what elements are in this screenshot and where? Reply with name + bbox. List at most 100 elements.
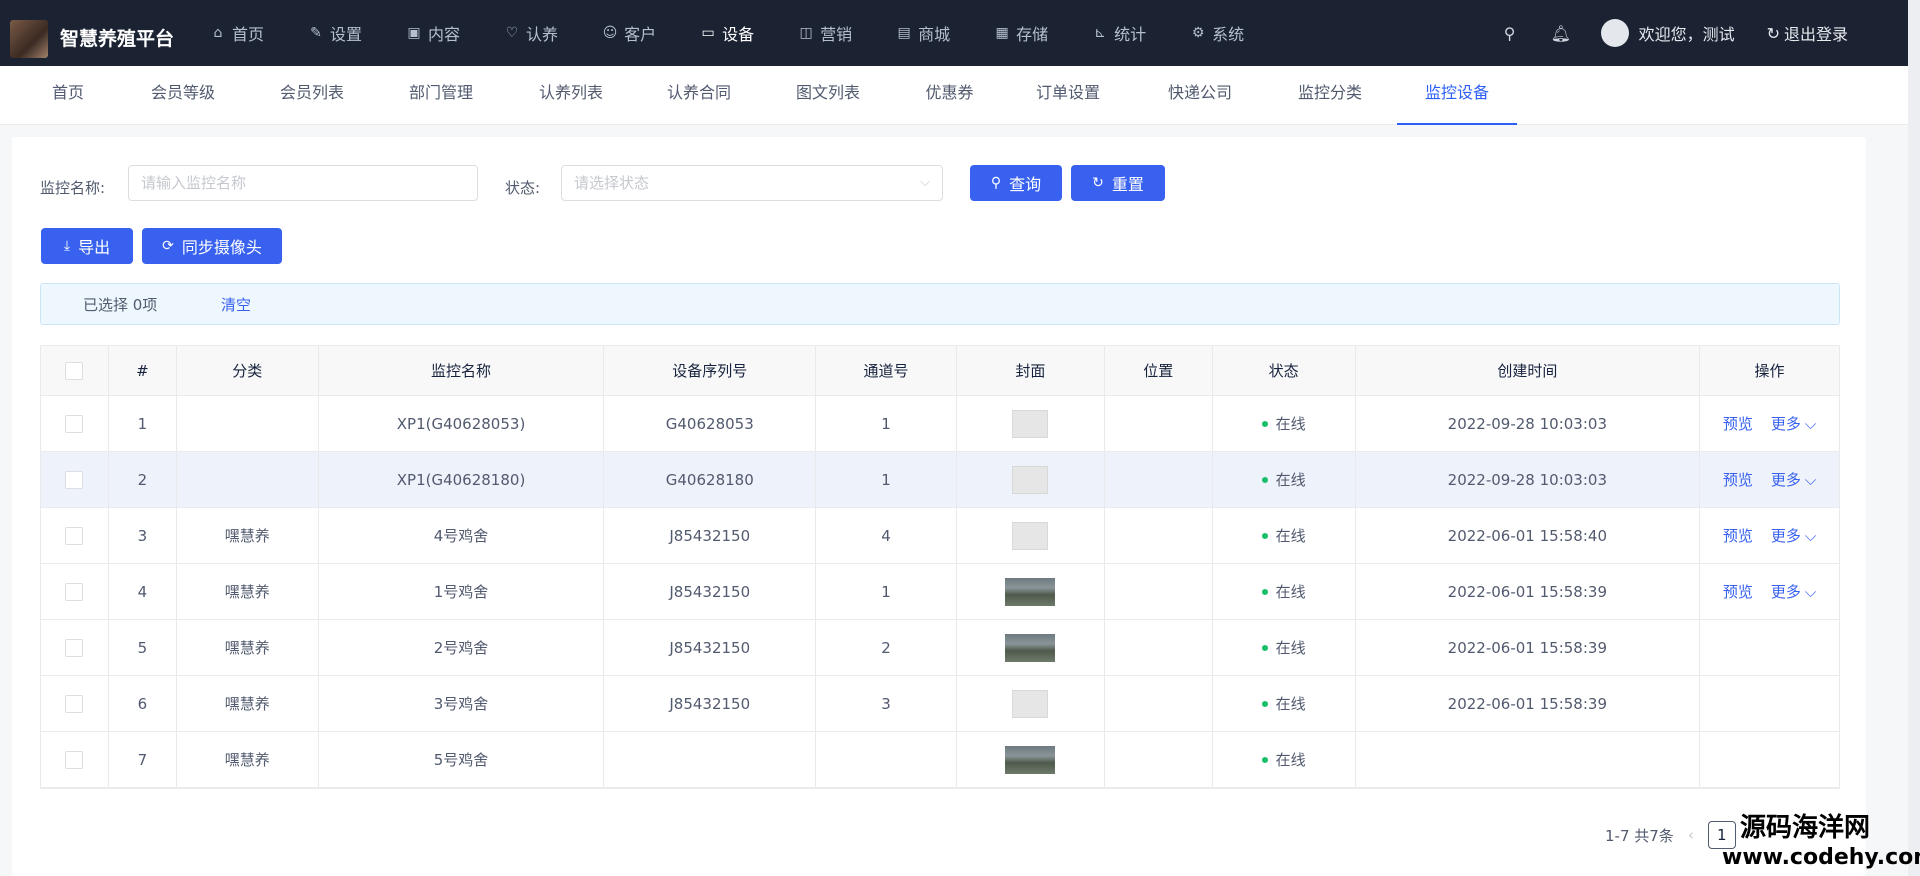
- table-row[interactable]: 5 嘿慧养 2号鸡舍 J85432150 2 在线 2022-06-01 15:58:39: [41, 620, 1839, 676]
- nav-item-label: 客户: [624, 25, 657, 44]
- row-checkbox[interactable]: [65, 414, 84, 433]
- search-icon[interactable]: ⚲: [1501, 24, 1519, 43]
- nav-item-label: 内容: [428, 25, 461, 44]
- select-all-checkbox[interactable]: [65, 361, 84, 380]
- gift-icon: ◫: [799, 25, 813, 41]
- row-serial: J85432150: [604, 676, 817, 731]
- nav-item-5[interactable]: ▭ 设备: [700, 21, 754, 45]
- preview-link[interactable]: 预览: [1723, 413, 1753, 434]
- more-dropdown[interactable]: 更多 ⌵: [1771, 413, 1816, 434]
- refresh-icon: ↻: [1092, 175, 1104, 191]
- more-label: 更多: [1770, 583, 1801, 601]
- nav-item-7[interactable]: ▤ 商城: [896, 21, 950, 45]
- subtab-4[interactable]: 认养列表: [536, 66, 606, 125]
- nav-item-3[interactable]: ♡ 认养: [504, 21, 558, 45]
- cover-thumbnail[interactable]: [1012, 521, 1049, 550]
- subtab-3[interactable]: 部门管理: [406, 66, 476, 125]
- bell-icon[interactable]: 🔔︎: [1551, 24, 1571, 43]
- avatar[interactable]: [1600, 19, 1629, 47]
- row-actions-cell: [1700, 732, 1839, 787]
- subtab-8[interactable]: 订单设置: [1033, 66, 1103, 125]
- row-select-cell[interactable]: [41, 732, 109, 787]
- row-checkbox[interactable]: [65, 694, 84, 713]
- nav-item-2[interactable]: ▣ 内容: [406, 21, 460, 45]
- online-dot-icon: [1261, 420, 1268, 427]
- row-select-cell[interactable]: [41, 564, 109, 619]
- row-select-cell[interactable]: [41, 620, 109, 675]
- row-select-cell[interactable]: [41, 396, 109, 451]
- page-scrollbar[interactable]: [1908, 0, 1920, 876]
- status-select[interactable]: 请选择状态 ⌵: [561, 165, 943, 201]
- row-select-cell[interactable]: [41, 508, 109, 563]
- table-row[interactable]: 3 嘿慧养 4号鸡舍 J85432150 4 在线 2022-06-01 15:58:40 预…: [41, 508, 1839, 564]
- welcome-text: 欢迎您，测试: [1638, 25, 1735, 44]
- select-all-cell[interactable]: [41, 346, 109, 395]
- cover-thumbnail[interactable]: [1012, 689, 1049, 718]
- row-actions: 预览 更多 ⌵: [1723, 469, 1816, 490]
- nav-item-1[interactable]: ✎ 设置: [308, 21, 362, 45]
- row-category: 嘿慧养: [177, 620, 319, 675]
- export-button[interactable]: ⤓ 导出: [41, 228, 133, 264]
- subtab-0[interactable]: 首页: [50, 66, 86, 125]
- table-row[interactable]: 4 嘿慧养 1号鸡舍 J85432150 1 在线 2022-06-01 15:58:39 预…: [41, 564, 1839, 620]
- cover-thumbnail[interactable]: [1005, 577, 1056, 606]
- row-channel: 1: [816, 564, 957, 619]
- cover-thumbnail[interactable]: [1005, 633, 1056, 662]
- row-select-cell[interactable]: [41, 676, 109, 731]
- nav-item-label: 首页: [232, 25, 265, 44]
- table-row[interactable]: 7 嘿慧养 5号鸡舍 在线: [41, 732, 1839, 788]
- table-row[interactable]: 1 XP1(G40628053) G40628053 1 在线 2022-09-28 10…: [41, 396, 1839, 452]
- nav-item-9[interactable]: ⊾ 统计: [1092, 21, 1146, 45]
- nav-item-4[interactable]: ☺ 客户: [602, 21, 656, 45]
- query-button[interactable]: ⚲ 查询: [970, 165, 1062, 201]
- chart-icon: ⊾: [1094, 25, 1106, 41]
- more-dropdown[interactable]: 更多 ⌵: [1771, 469, 1816, 490]
- reset-button[interactable]: ↻ 重置: [1071, 165, 1165, 201]
- row-checkbox[interactable]: [65, 750, 84, 769]
- row-checkbox[interactable]: [65, 526, 84, 545]
- row-channel: 3: [816, 676, 957, 731]
- chevron-down-icon: ⌵: [1804, 414, 1817, 433]
- table-row[interactable]: 6 嘿慧养 3号鸡舍 J85432150 3 在线 2022-06-01 15:58:39: [41, 676, 1839, 732]
- row-channel: 1: [816, 452, 957, 507]
- cover-thumbnail[interactable]: [1005, 745, 1056, 774]
- status-badge: 在线: [1261, 581, 1306, 602]
- cover-thumbnail[interactable]: [1012, 409, 1049, 438]
- row-serial: G40628053: [604, 396, 817, 451]
- chevron-left-icon[interactable]: ‹: [1688, 826, 1694, 844]
- row-checkbox[interactable]: [65, 470, 84, 489]
- logout-button[interactable]: ↻ 退出登录: [1767, 21, 1848, 45]
- row-cover-cell: [957, 396, 1105, 451]
- row-checkbox[interactable]: [65, 582, 84, 601]
- subtab-10[interactable]: 监控分类: [1295, 66, 1365, 125]
- row-index: 3: [109, 508, 177, 563]
- nav-item-6[interactable]: ◫ 营销: [798, 21, 852, 45]
- monitor-name-input[interactable]: 请输入监控名称: [128, 165, 478, 201]
- row-checkbox[interactable]: [65, 638, 84, 657]
- subtab-6[interactable]: 图文列表: [793, 66, 863, 125]
- preview-link[interactable]: 预览: [1723, 469, 1753, 490]
- nav-item-10[interactable]: ⚙ 系统: [1190, 21, 1244, 45]
- row-created-time: 2022-09-28 10:03:03: [1356, 452, 1701, 507]
- subtab-2[interactable]: 会员列表: [277, 66, 347, 125]
- nav-item-8[interactable]: ▦ 存储: [994, 21, 1049, 45]
- sync-camera-button[interactable]: ⟳ 同步摄像头: [142, 228, 282, 264]
- table-row[interactable]: 2 XP1(G40628180) G40628180 1 在线 2022-09-28 10…: [41, 452, 1839, 508]
- more-dropdown[interactable]: 更多 ⌵: [1771, 525, 1816, 546]
- online-dot-icon: [1261, 588, 1268, 595]
- column-header: 操作: [1754, 362, 1785, 380]
- subtab-5[interactable]: 认养合同: [664, 66, 734, 125]
- subtab-9[interactable]: 快递公司: [1165, 66, 1235, 125]
- more-dropdown[interactable]: 更多 ⌵: [1771, 581, 1816, 602]
- row-select-cell[interactable]: [41, 452, 109, 507]
- row-created-time: 2022-06-01 15:58:39: [1356, 564, 1701, 619]
- preview-link[interactable]: 预览: [1723, 525, 1753, 546]
- subtab-11[interactable]: 监控设备: [1397, 66, 1517, 125]
- cover-thumbnail[interactable]: [1012, 465, 1049, 494]
- nav-item-0[interactable]: ⌂ 首页: [210, 21, 264, 45]
- preview-link[interactable]: 预览: [1723, 581, 1753, 602]
- subtab-7[interactable]: 优惠券: [922, 66, 977, 125]
- subtab-1[interactable]: 会员等级: [148, 66, 218, 125]
- clear-selection-link[interactable]: 清空: [221, 294, 251, 315]
- status-filter-label: 状态:: [505, 179, 541, 197]
